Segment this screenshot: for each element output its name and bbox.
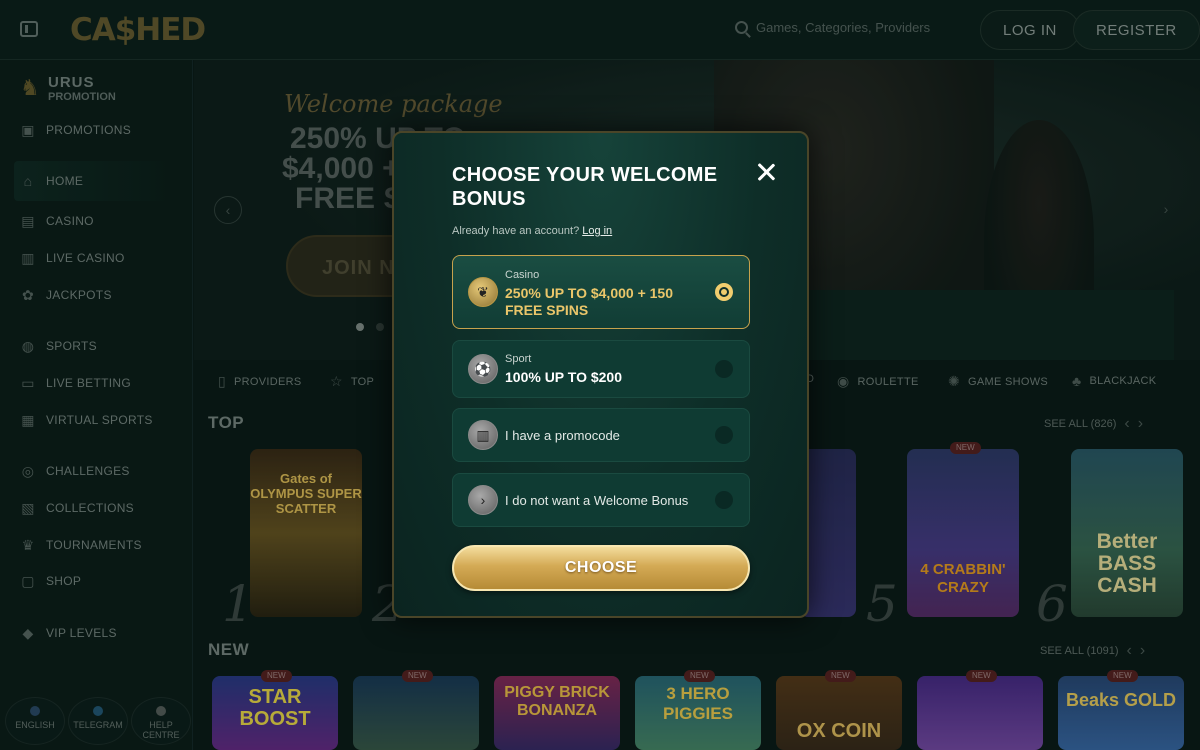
- bonus-option-none[interactable]: › I do not want a Welcome Bonus: [452, 473, 750, 527]
- cherry-icon: ❦: [468, 277, 498, 307]
- choose-button[interactable]: CHOOSE: [452, 545, 750, 591]
- option-text: I do not want a Welcome Bonus: [505, 493, 689, 508]
- option-text: I have a promocode: [505, 428, 620, 443]
- radio-unselected[interactable]: [715, 426, 733, 444]
- option-value: 250% UP TO $4,000 + 150 FREE SPINS: [505, 285, 673, 318]
- account-text: Already have an account?: [452, 225, 580, 237]
- skip-icon: ›: [468, 485, 498, 515]
- close-icon[interactable]: [757, 163, 775, 181]
- bonus-option-sport[interactable]: ⚽ Sport 100% UP TO $200: [452, 340, 750, 398]
- radio-unselected[interactable]: [715, 491, 733, 509]
- option-value: 100% UP TO $200: [505, 369, 623, 385]
- radio-unselected[interactable]: [715, 360, 733, 378]
- login-link[interactable]: Log in: [582, 225, 612, 237]
- account-prompt: Already have an account? Log in: [452, 225, 612, 237]
- modal-title: CHOOSE YOUR WELCOME BONUS: [452, 164, 718, 210]
- radio-selected[interactable]: [715, 283, 733, 301]
- welcome-bonus-modal: CHOOSE YOUR WELCOME BONUS Already have a…: [392, 131, 809, 618]
- option-label: Casino: [505, 269, 540, 281]
- ticket-icon: ▥: [468, 420, 498, 450]
- bonus-option-casino[interactable]: ❦ Casino 250% UP TO $4,000 + 150 FREE SP…: [452, 255, 750, 329]
- football-icon: ⚽: [468, 354, 498, 384]
- bonus-option-promocode[interactable]: ▥ I have a promocode: [452, 408, 750, 462]
- option-label: Sport: [505, 353, 532, 365]
